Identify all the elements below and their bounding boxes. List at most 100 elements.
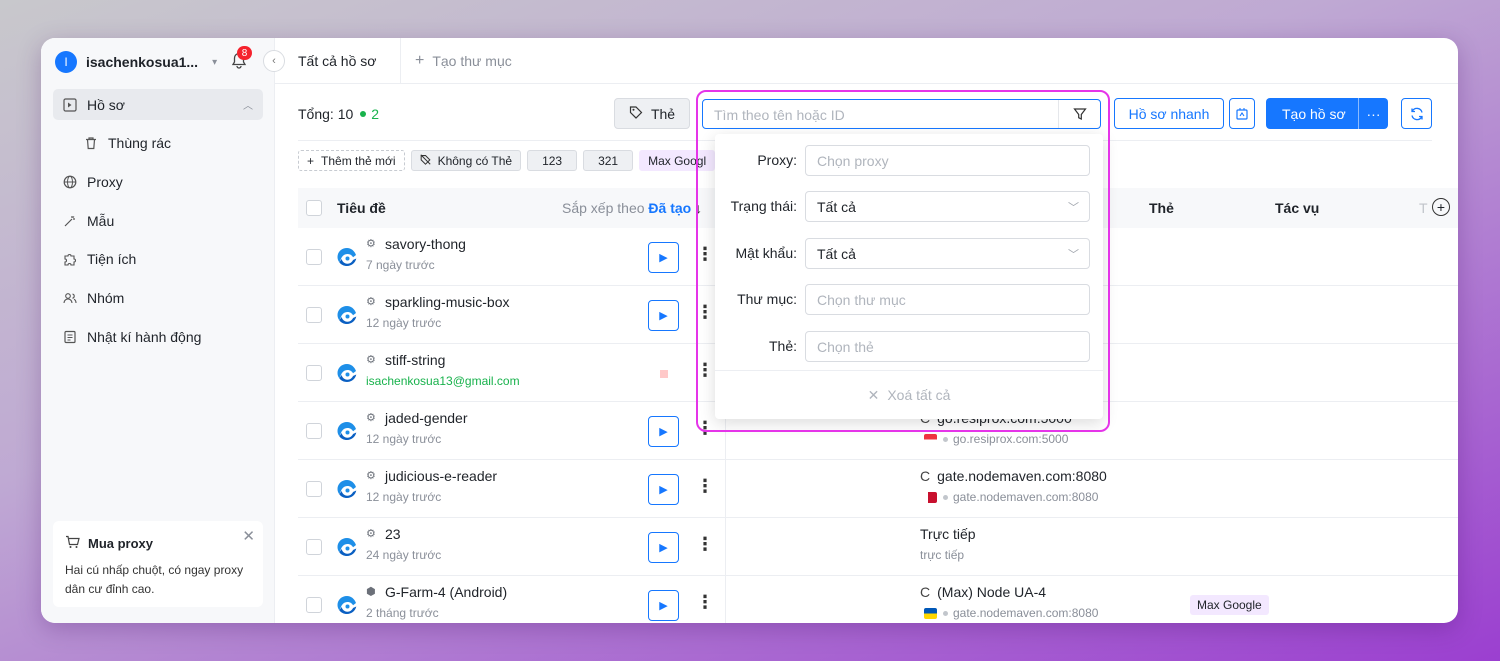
sidebar-item-templates[interactable]: Mẫu [53, 205, 263, 236]
sort-selector[interactable]: Sắp xếp theo Đã tạo ↓ [562, 200, 702, 216]
filter-icon[interactable] [1058, 100, 1100, 128]
profile-subtitle: 12 ngày trước [366, 490, 442, 504]
tag-chip[interactable]: 123 [527, 150, 578, 171]
col-title[interactable]: Tiêu đề [337, 200, 386, 216]
sidebar-item-proxy[interactable]: Proxy [53, 166, 263, 197]
table-row[interactable]: ⚙ judicious-e-reader 12 ngày trước ▶ ⋮ Cgate.… [298, 460, 1458, 518]
row-checkbox[interactable] [306, 307, 322, 323]
profile-icon [62, 97, 77, 112]
reload-icon: C [920, 584, 931, 600]
clear-all-button[interactable]: ✕ Xoá tất cả [715, 370, 1103, 419]
reload-icon: C [920, 468, 931, 484]
filter-password-select[interactable]: Tất cả ﹀ [805, 238, 1090, 269]
flag-icon [924, 607, 937, 619]
column-divider [725, 460, 726, 518]
row-checkbox[interactable] [306, 423, 322, 439]
play-button[interactable]: ▶ [648, 590, 679, 621]
profile-count: Tổng: 10 2 [298, 106, 379, 122]
filter-status-row: Trạng thái: Tất cả ﹀ [715, 191, 1103, 222]
play-icon: ▶ [659, 310, 668, 322]
profile-name[interactable]: 23 [385, 526, 401, 542]
more-vertical-icon[interactable]: ⋮ [696, 534, 714, 555]
quick-profile-button[interactable]: Hồ sơ nhanh [1114, 98, 1224, 129]
browser-logo-icon [337, 248, 357, 266]
proxy-label: Trực tiếp [920, 526, 976, 542]
select-all-checkbox[interactable] [306, 200, 322, 216]
play-button[interactable]: ▶ [648, 532, 679, 563]
refresh-icon[interactable] [1401, 98, 1432, 129]
active-dot-icon [360, 111, 367, 117]
browser-logo-icon [337, 422, 357, 440]
tab-all-profiles[interactable]: Tất cả hồ sơ [285, 38, 401, 84]
total-label: Tổng: [298, 106, 334, 122]
android-icon: ⬢ [366, 586, 376, 598]
row-checkbox[interactable] [306, 539, 322, 555]
clear-all-label: Xoá tất cả [887, 387, 951, 403]
account-switcher[interactable]: I isachenkosua1... ▾ [55, 50, 217, 74]
no-tag-chip[interactable]: Không có Thẻ [410, 150, 522, 171]
sidebar-item-profiles[interactable]: Hồ sơ ︿ [53, 89, 263, 120]
create-profile-button[interactable]: Tạo hồ sơ ··· [1266, 98, 1388, 129]
search-input[interactable]: Tìm theo tên hoặc ID [702, 99, 1101, 129]
toolbar: Tổng: 10 2 Thẻ Tìm theo tên hoặc ID Hồ sơ… [298, 98, 1432, 130]
row-checkbox[interactable] [306, 365, 322, 381]
col-actions[interactable]: Tác vụ [1275, 200, 1319, 216]
profile-subtitle: 12 ngày trước [366, 316, 442, 330]
row-checkbox[interactable] [306, 481, 322, 497]
profile-name[interactable]: jaded-gender [385, 410, 468, 426]
profile-name[interactable]: sparkling-music-box [385, 294, 509, 310]
table-row[interactable]: ⚙2324 ngày trước▶⋮Trực tiếptrực tiếp⌁Kh … [298, 518, 1458, 576]
table-row[interactable]: ⬢ G-Farm-4 (Android) 2 tháng trước ▶ ⋮ C (Max)… [298, 576, 1458, 623]
col-extra[interactable]: T [1419, 200, 1428, 216]
browser-logo-icon [337, 364, 357, 382]
chevron-down-icon: ▾ [212, 56, 218, 68]
sidebar-item-extensions[interactable]: Tiện ích [53, 244, 263, 275]
more-vertical-icon[interactable]: ⋮ [696, 302, 714, 323]
play-icon: ▶ [659, 484, 668, 496]
profile-name[interactable]: G-Farm-4 (Android) [385, 584, 507, 600]
sidebar-item-trash[interactable]: Thùng rác [53, 128, 263, 159]
tag-chip[interactable]: Max Googl [639, 150, 716, 171]
play-button[interactable]: ▶ [648, 300, 679, 331]
tag-chip[interactable]: 321 [583, 150, 634, 171]
play-button[interactable]: ▶ [648, 242, 679, 273]
close-icon[interactable]: ✕ [242, 527, 255, 545]
sidebar-item-groups[interactable]: Nhóm [53, 282, 263, 313]
play-button[interactable]: ▶ [648, 416, 679, 447]
row-checkbox[interactable] [306, 597, 322, 613]
filter-tag-row: Thẻ: Chọn thẻ [715, 331, 1103, 362]
tab-bar: ‹ Tất cả hồ sơ + Tạo thư mục [263, 38, 1458, 84]
tag-button[interactable]: Thẻ [614, 98, 690, 129]
profile-name[interactable]: judicious-e-reader [385, 468, 497, 484]
more-vertical-icon[interactable]: ⋮ [696, 592, 714, 613]
more-icon[interactable]: ··· [1358, 98, 1388, 129]
chevron-left-icon[interactable]: ‹ [263, 50, 285, 72]
sidebar-item-label: Nhật kí hành động [87, 328, 202, 345]
more-vertical-icon[interactable]: ⋮ [696, 244, 714, 265]
stop-button[interactable] [648, 358, 679, 389]
mobile-profile-icon[interactable] [1229, 98, 1255, 129]
filter-proxy-select[interactable]: Chọn proxy [805, 145, 1090, 176]
add-tag-button[interactable]: + Thêm thẻ mới [298, 150, 405, 171]
col-tags[interactable]: Thẻ [1149, 200, 1174, 216]
more-vertical-icon[interactable]: ⋮ [696, 360, 714, 381]
filter-folder-select[interactable]: Chọn thư mục [805, 284, 1090, 315]
more-vertical-icon[interactable]: ⋮ [696, 418, 714, 439]
play-button[interactable]: ▶ [648, 474, 679, 505]
add-column-icon[interactable]: + [1432, 198, 1450, 216]
proxy-host: gate.nodemaven.com:8080 [953, 490, 1099, 504]
profile-name[interactable]: stiff-string [385, 352, 445, 368]
sidebar-item-label: Nhóm [87, 289, 125, 306]
tab-create-folder[interactable]: + Tạo thư mục [415, 38, 512, 84]
arrow-down-icon: ↓ [695, 200, 703, 216]
filter-tag-select[interactable]: Chọn thẻ [805, 331, 1090, 362]
profile-name[interactable]: savory-thong [385, 236, 466, 252]
sidebar-item-action-log[interactable]: Nhật kí hành động [53, 321, 263, 352]
sidebar-item-label: Proxy [87, 173, 123, 190]
row-checkbox[interactable] [306, 249, 322, 265]
row-tag[interactable]: Max Google [1190, 595, 1269, 615]
puzzle-icon [62, 252, 77, 267]
filter-status-select[interactable]: Tất cả ﹀ [805, 191, 1090, 222]
desktop-icon: ⚙ [366, 238, 376, 250]
more-vertical-icon[interactable]: ⋮ [696, 476, 714, 497]
